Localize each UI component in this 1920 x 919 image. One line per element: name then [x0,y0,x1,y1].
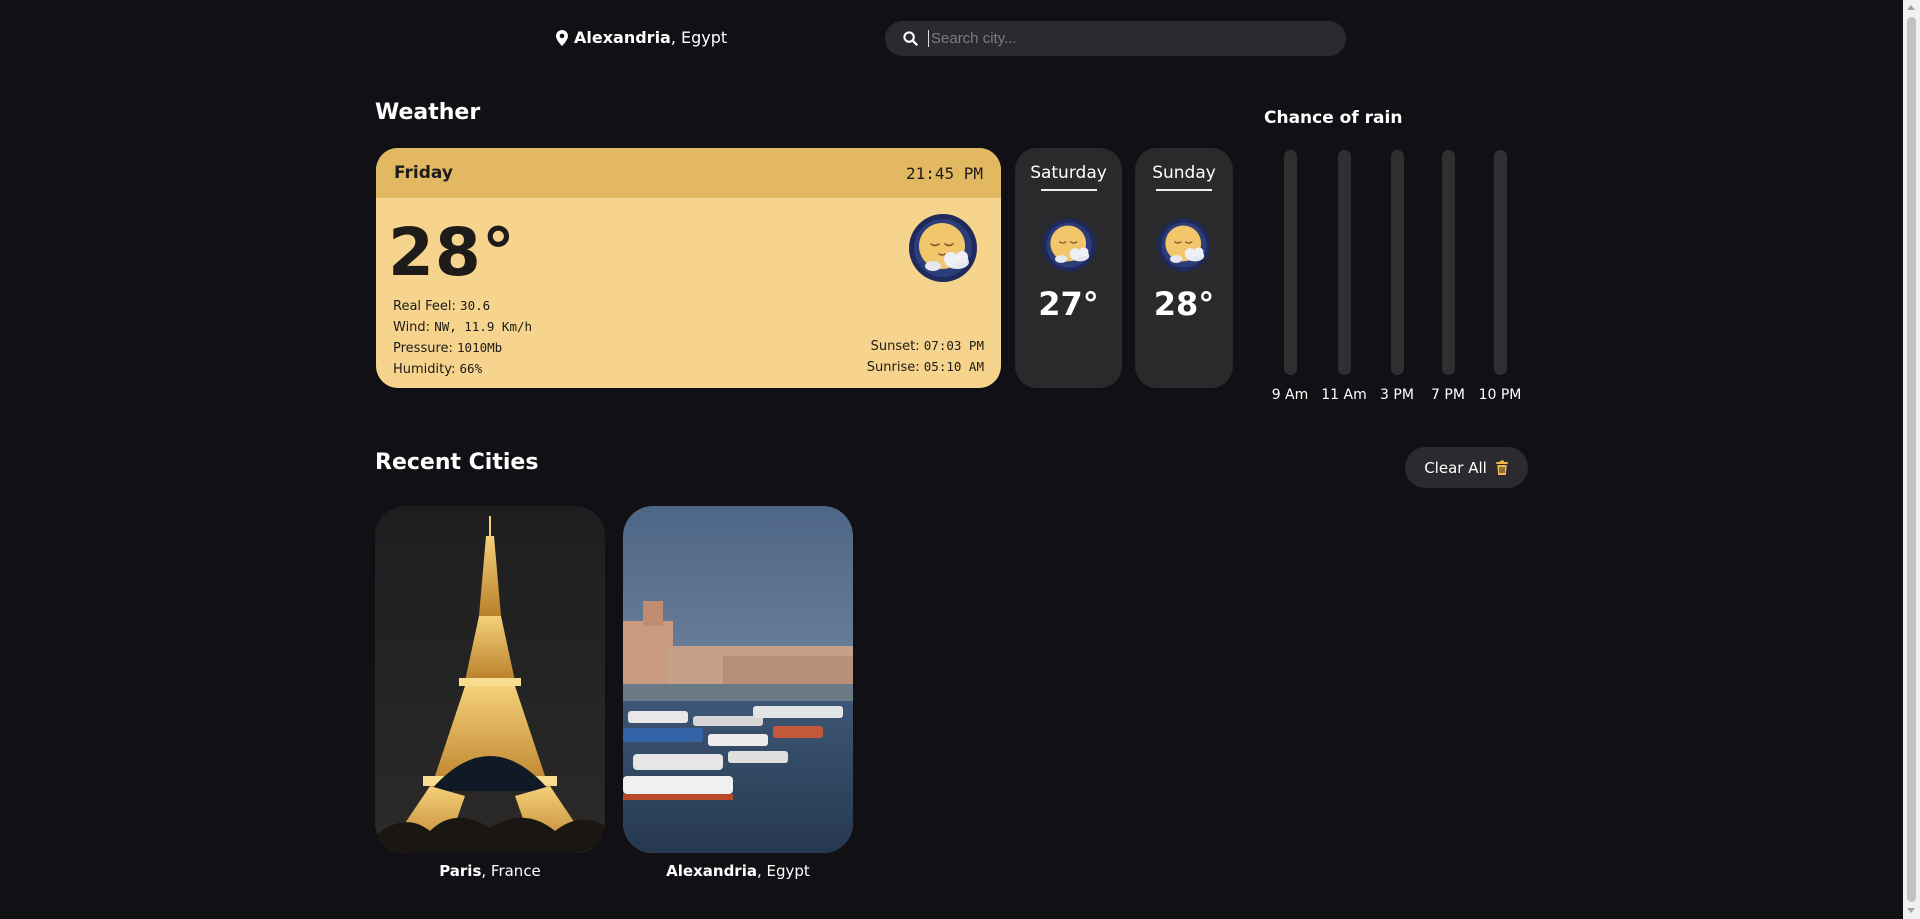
pressure-label: Pressure: [393,341,458,356]
city-card-alexandria[interactable] [623,506,853,853]
location-city: Alexandria [574,28,671,47]
city-caption-alexandria: Alexandria, Egypt [623,862,853,880]
city-name: Alexandria [666,862,757,880]
sunrise-label: Sunrise: [866,360,924,375]
forecast-temperature: 27° [1038,285,1099,323]
real-feel-label: Real Feel: [393,299,461,314]
alexandria-harbor-image [623,506,853,853]
forecast-card-sunday[interactable]: Sunday 28° [1135,148,1233,388]
weather-title: Weather [375,100,481,125]
search-bar[interactable] [885,21,1346,56]
city-name: Paris [439,862,482,880]
scroll-down-arrow-icon[interactable] [1907,908,1915,913]
real-feel-row: Real Feel: 30.6 [393,296,532,317]
clear-all-label: Clear All [1424,458,1487,477]
night-moon-cloud-icon [1157,218,1211,272]
chance-of-rain-title: Chance of rain [1264,108,1403,128]
pressure-row: Pressure: 1010Mb [393,338,532,359]
clear-all-button[interactable]: Clear All [1405,447,1528,488]
sun-times: Sunset: 07:03 PM Sunrise: 05:10 AM [867,336,984,378]
paris-eiffel-tower-image [375,506,605,853]
humidity-label: Humidity: [393,362,460,377]
today-details: Real Feel: 30.6 Wind: NW, 11.9 Km/h Pres… [393,296,532,380]
current-location[interactable]: Alexandria, Egypt [556,28,727,47]
today-temperature: 28° [388,214,516,291]
rain-hour-label: 11 Am [1321,387,1367,403]
forecast-day: Sunday [1152,163,1216,183]
real-feel-value: 30.6 [460,298,491,313]
rain-hour-label: 10 PM [1478,387,1522,403]
scrollbar-thumb[interactable] [1907,17,1916,902]
night-moon-cloud-icon [1042,218,1095,272]
trash-icon [1495,460,1508,475]
rain-bar [1493,150,1507,375]
forecast-temperature: 28° [1153,285,1215,323]
scroll-up-arrow-icon[interactable] [1907,5,1915,10]
sunrise-value: 05:10 AM [923,359,984,374]
rain-hour-label: 9 Am [1271,387,1309,403]
rain-bar [1337,150,1351,375]
today-header: Friday 21:45 PM [376,148,1001,198]
city-caption-paris: Paris, France [375,862,605,880]
weather-app: Alexandria, Egypt Weather Friday 21:45 P… [0,0,1920,919]
rain-column: 10 PM [1465,150,1535,403]
sunset-row: Sunset: 07:03 PM [867,336,984,357]
rain-bar [1390,150,1404,375]
forecast-divider [1156,189,1212,191]
city-country: , Egypt [756,862,810,880]
city-country: , France [481,862,541,880]
rain-bar [1441,150,1455,375]
sunrise-row: Sunrise: 05:10 AM [867,357,984,378]
rain-bar [1283,150,1297,375]
search-icon [903,31,918,46]
city-card-paris[interactable] [375,506,605,853]
pressure-value: 1010Mb [457,340,503,355]
forecast-divider [1040,189,1097,191]
today-day: Friday [394,163,453,183]
recent-cities-title: Recent Cities [375,450,539,475]
sunset-value: 07:03 PM [923,338,984,353]
forecast-day: Saturday [1030,163,1107,183]
rain-hour-label: 7 PM [1431,387,1465,403]
wind-label: Wind: [393,320,435,335]
today-card: Friday 21:45 PM 28° Real Feel: 30.6 Wind… [376,148,1001,388]
forecast-card-saturday[interactable]: Saturday 27° [1015,148,1122,388]
scrollbar[interactable] [1903,0,1920,919]
rain-hour-label: 3 PM [1380,387,1414,403]
sunset-label: Sunset: [870,339,924,354]
wind-value: NW, 11.9 Km/h [434,319,533,334]
humidity-row: Humidity: 66% [393,359,532,380]
wind-row: Wind: NW, 11.9 Km/h [393,317,532,338]
location-country: , Egypt [670,28,728,47]
today-time: 21:45 PM [905,163,983,183]
night-moon-cloud-icon [909,214,977,282]
location-pin-icon [556,29,568,46]
humidity-value: 66% [459,361,483,376]
search-input[interactable] [928,30,1308,47]
